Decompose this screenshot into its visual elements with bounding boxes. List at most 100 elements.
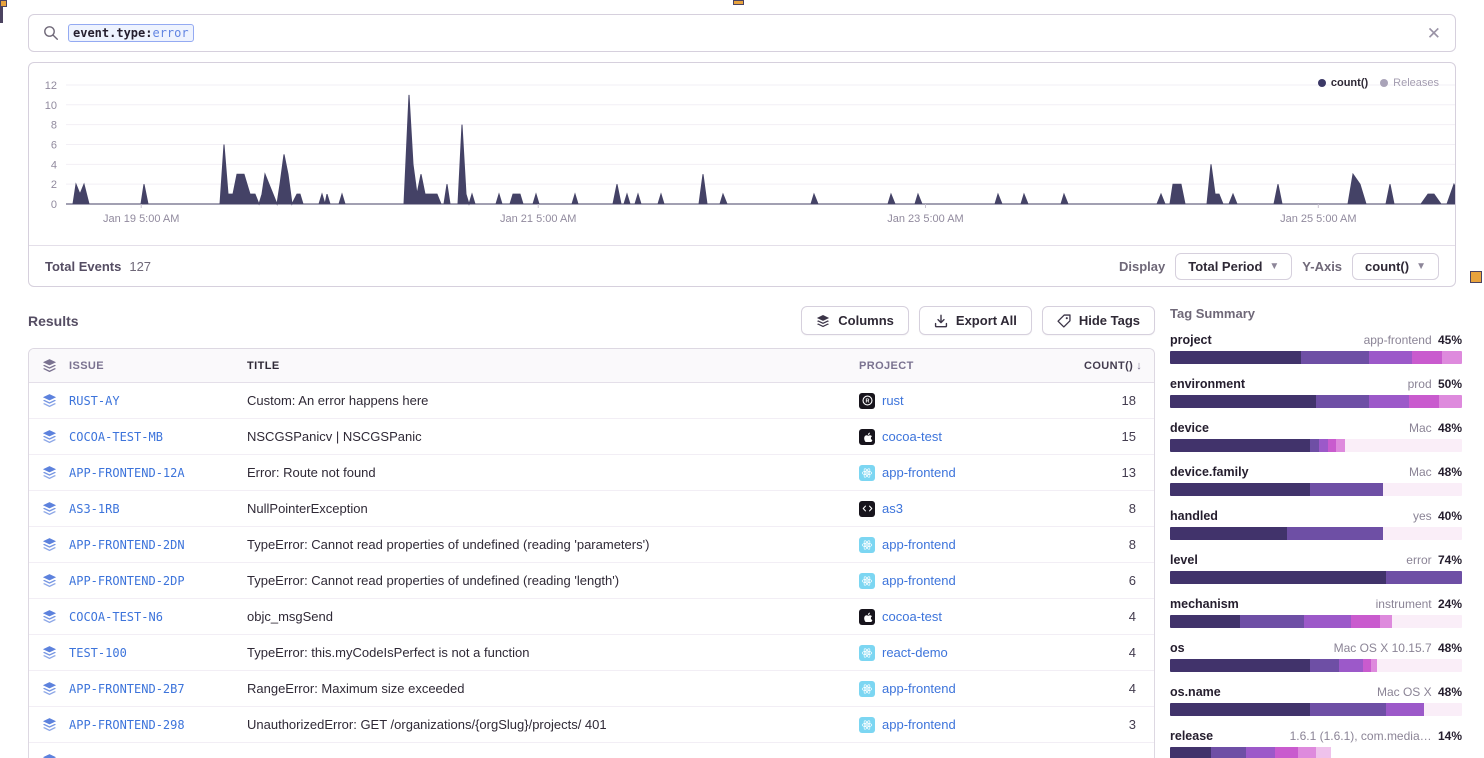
events-chart[interactable]: 024681012Jan 19 5:00 AMJan 21 5:00 AMJan… (29, 63, 1455, 247)
tag-summary-item[interactable]: os.name Mac OS X 48% (1170, 685, 1462, 716)
chevron-down-icon: ▼ (1269, 261, 1279, 272)
project-link[interactable]: cocoa-test (882, 609, 942, 624)
issue-count: 18 (1084, 393, 1154, 408)
tag-top-value: app-frontend 45% (1364, 333, 1462, 347)
project-link[interactable]: app-frontend (882, 681, 956, 696)
issue-stack-icon (29, 429, 69, 444)
issue-link[interactable]: APP-FRONTEND-2DN (69, 538, 185, 552)
issue-title: NullPointerException (247, 501, 859, 516)
project-link[interactable]: app-frontend (882, 465, 956, 480)
results-table-body: RUST-AY Custom: An error happens here Rr… (29, 383, 1154, 758)
tag-name: device (1170, 421, 1209, 435)
table-row[interactable]: RUST-AY Custom: An error happens here Rr… (29, 383, 1154, 419)
yaxis-dropdown[interactable]: count()▼ (1352, 253, 1439, 280)
tag-name: environment (1170, 377, 1245, 391)
column-header-title[interactable]: TITLE (247, 360, 859, 372)
tag-distribution-bar[interactable] (1170, 395, 1462, 408)
project-link[interactable]: app-frontend (882, 537, 956, 552)
issue-link[interactable]: AS3-1RB (69, 502, 120, 516)
tag-name: release (1170, 729, 1213, 743)
tag-summary-item[interactable]: mechanism instrument 24% (1170, 597, 1462, 628)
tag-distribution-bar[interactable] (1170, 703, 1462, 716)
issue-link[interactable]: RUST-AY (69, 394, 120, 408)
issue-link[interactable]: COCOA-TEST-N6 (69, 610, 163, 624)
issue-link[interactable]: APP-FRONTEND-298 (69, 718, 185, 732)
display-dropdown[interactable]: Total Period▼ (1175, 253, 1292, 280)
tag-name: level (1170, 553, 1198, 567)
crop-handle-top-center (733, 0, 744, 5)
tag-distribution-bar[interactable] (1170, 527, 1462, 540)
project-link[interactable]: react-demo (882, 645, 948, 660)
table-header: ISSUE TITLE PROJECT COUNT()↓ (29, 349, 1154, 383)
issue-link[interactable]: APP-FRONTEND-2DP (69, 574, 185, 588)
tag-distribution-bar[interactable] (1170, 351, 1462, 364)
export-all-button[interactable]: Export All (919, 306, 1032, 335)
tag-distribution-bar[interactable] (1170, 659, 1462, 672)
column-header-project[interactable]: PROJECT (859, 360, 1084, 372)
tag-summary-item[interactable]: os Mac OS X 10.15.7 48% (1170, 641, 1462, 672)
issue-count: 4 (1084, 609, 1154, 624)
project-link[interactable]: app-frontend (882, 717, 956, 732)
search-bar[interactable]: event.type:error ✕ (28, 14, 1456, 52)
issue-link[interactable]: TEST-100 (69, 646, 127, 660)
table-row[interactable]: APP-FRONTEND-298 UnauthorizedError: GET … (29, 707, 1154, 743)
table-row[interactable]: AS3-1RB NullPointerException as3 8 (29, 491, 1154, 527)
issue-title: TypeError: this.myCodeIsPerfect is not a… (247, 645, 859, 660)
project-link[interactable]: as3 (882, 501, 903, 516)
issue-count: 4 (1084, 681, 1154, 696)
issue-link[interactable]: COCOA-TEST-MB (69, 430, 163, 444)
issue-stack-icon (29, 537, 69, 552)
table-row[interactable]: APP-FRONTEND-2B7 RangeError: Maximum siz… (29, 671, 1154, 707)
table-row-partial[interactable] (29, 743, 1154, 758)
tag-distribution-bar[interactable] (1170, 615, 1462, 628)
chart-legend: count() Releases (1318, 77, 1439, 89)
table-row[interactable]: TEST-100 TypeError: this.myCodeIsPerfect… (29, 635, 1154, 671)
project-link[interactable]: app-frontend (882, 573, 956, 588)
tag-name: device.family (1170, 465, 1249, 479)
tag-distribution-bar[interactable] (1170, 747, 1462, 758)
tag-distribution-bar[interactable] (1170, 439, 1462, 452)
tag-summary-item[interactable]: device.family Mac 48% (1170, 465, 1462, 496)
hide-tags-button[interactable]: Hide Tags (1042, 306, 1155, 335)
svg-text:4: 4 (51, 159, 57, 171)
tag-summary-item[interactable]: level error 74% (1170, 553, 1462, 584)
table-row[interactable]: APP-FRONTEND-12A Error: Route not found … (29, 455, 1154, 491)
code-project-icon (859, 501, 875, 517)
tag-summary-item[interactable]: device Mac 48% (1170, 421, 1462, 452)
crop-handle-top-left (0, 0, 7, 7)
table-row[interactable]: APP-FRONTEND-2DN TypeError: Cannot read … (29, 527, 1154, 563)
tag-summary-item[interactable]: release 1.6.1 (1.6.1), com.media… 14% (1170, 729, 1462, 758)
tag-summary-item[interactable]: project app-frontend 45% (1170, 333, 1462, 364)
tag-distribution-bar[interactable] (1170, 571, 1462, 584)
project-link[interactable]: rust (882, 393, 904, 408)
rust-project-icon: R (859, 393, 875, 409)
issue-link[interactable]: APP-FRONTEND-2B7 (69, 682, 185, 696)
issue-count: 8 (1084, 501, 1154, 516)
issue-count: 8 (1084, 537, 1154, 552)
search-query-token[interactable]: event.type:error (68, 24, 194, 42)
column-header-issue[interactable]: ISSUE (69, 360, 247, 372)
column-header-count[interactable]: COUNT()↓ (1084, 360, 1154, 372)
query-value: error (152, 26, 188, 40)
react-project-icon (859, 645, 875, 661)
table-row[interactable]: APP-FRONTEND-2DP TypeError: Cannot read … (29, 563, 1154, 599)
total-events-value: 127 (129, 259, 151, 274)
tag-summary-item[interactable]: handled yes 40% (1170, 509, 1462, 540)
tag-summary-item[interactable]: environment prod 50% (1170, 377, 1462, 408)
clear-search-icon[interactable]: ✕ (1427, 25, 1441, 42)
columns-button[interactable]: Columns (801, 306, 909, 335)
tag-distribution-bar[interactable] (1170, 483, 1462, 496)
svg-text:12: 12 (45, 80, 57, 92)
tag-name: project (1170, 333, 1212, 347)
table-row[interactable]: COCOA-TEST-MB NSCGSPanicv | NSCGSPanic c… (29, 419, 1154, 455)
issue-link[interactable]: APP-FRONTEND-12A (69, 466, 185, 480)
legend-dot-icon (1318, 79, 1326, 87)
issue-count: 3 (1084, 717, 1154, 732)
legend-item[interactable]: Releases (1380, 77, 1439, 89)
table-row[interactable]: COCOA-TEST-N6 objc_msgSend cocoa-test 4 (29, 599, 1154, 635)
project-link[interactable]: cocoa-test (882, 429, 942, 444)
apple-project-icon (859, 429, 875, 445)
legend-item[interactable]: count() (1318, 77, 1368, 89)
issue-title: TypeError: Cannot read properties of und… (247, 537, 859, 552)
download-icon (934, 314, 948, 328)
